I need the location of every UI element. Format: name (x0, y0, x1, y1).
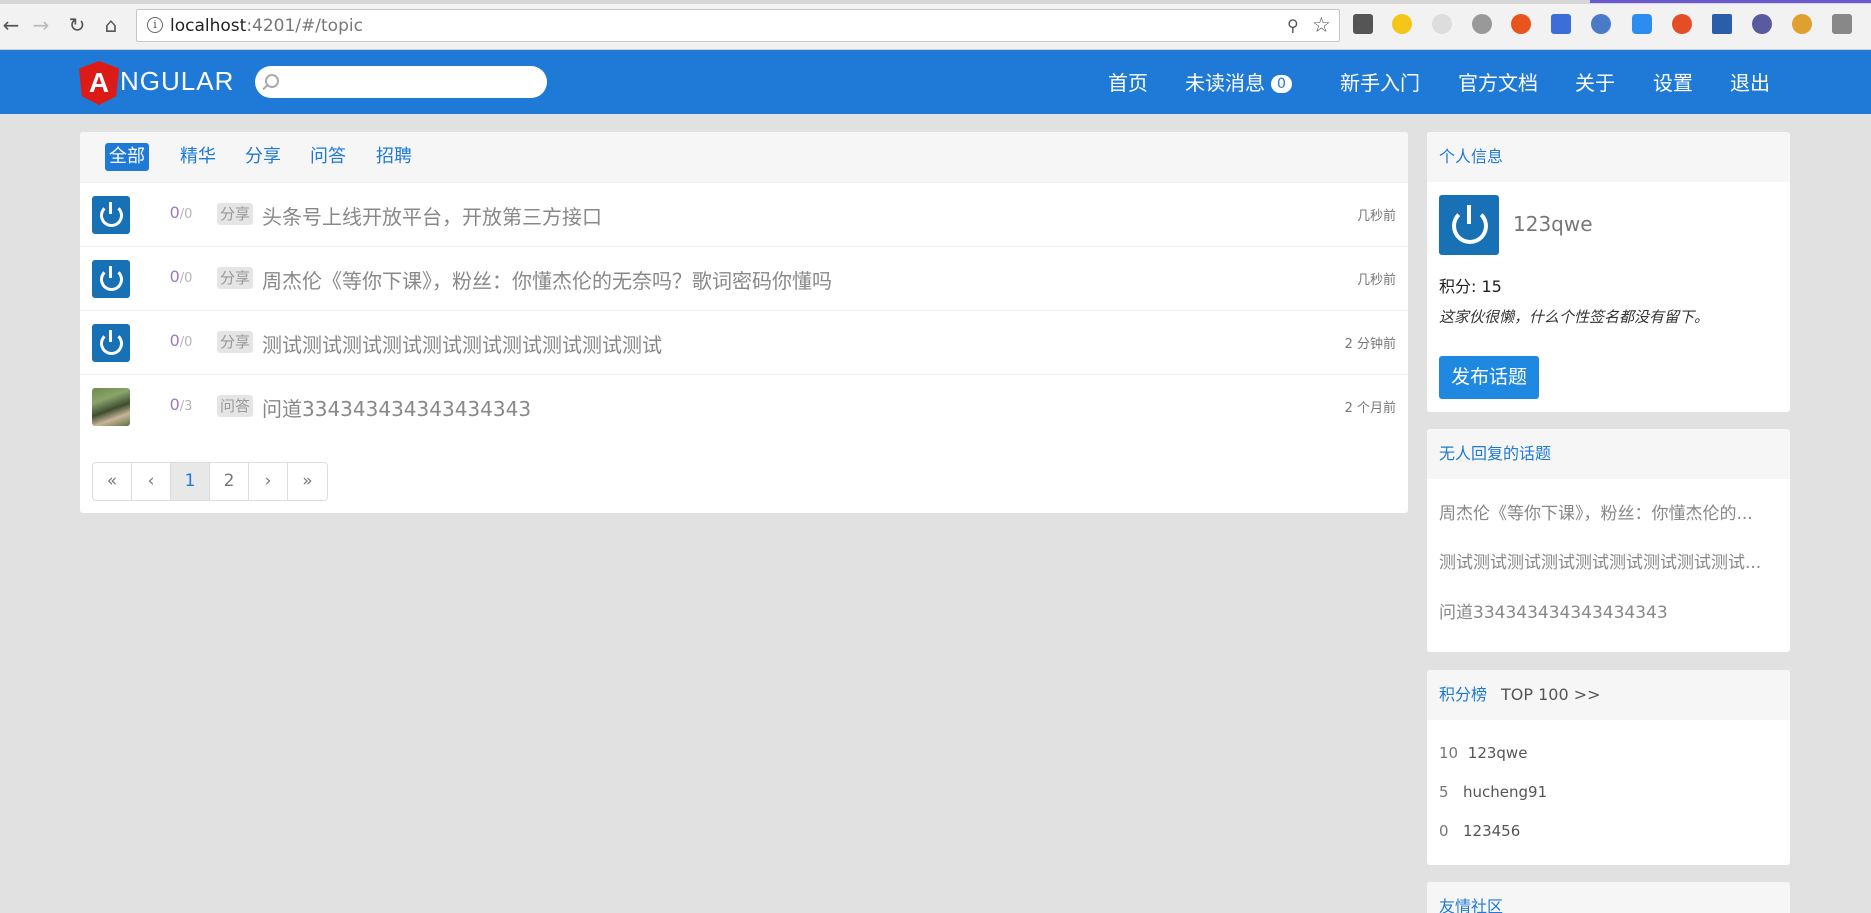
friends-heading: 友情社区 (1427, 882, 1790, 913)
last-page-button[interactable]: » (288, 463, 327, 500)
nav-home[interactable]: 首页 (1108, 67, 1148, 99)
reply-count: 0/0 (169, 267, 193, 286)
topic-title[interactable]: 问道334343434343434343 (262, 393, 531, 422)
logo-text[interactable]: NGULAR (120, 66, 234, 97)
no-reply-topic-link[interactable]: 周杰伦《等你下课》，粉丝：你懂杰伦的... (1439, 499, 1753, 524)
topic-time: 几秒前 (1356, 209, 1396, 224)
browser-toolbar: ← → ↻ ⌂ i localhost:4201/#/topic ⚲ ☆ (0, 0, 1871, 50)
extension-icon[interactable] (1752, 14, 1772, 34)
extension-icon[interactable] (1472, 14, 1492, 34)
extension-icon[interactable] (1712, 14, 1732, 34)
user-avatar[interactable] (92, 324, 130, 362)
extension-icon[interactable] (1432, 14, 1452, 34)
no-reply-heading: 无人回复的话题 (1427, 429, 1790, 479)
search-input[interactable] (255, 66, 547, 98)
page-1-button[interactable]: 1 (171, 463, 210, 500)
profile-avatar[interactable] (1439, 195, 1499, 255)
tab-job[interactable]: 招聘 (372, 143, 416, 171)
reply-count: 0/0 (169, 203, 193, 222)
next-page-button[interactable]: › (249, 463, 288, 500)
nav-getting-started[interactable]: 新手入门 (1340, 67, 1420, 99)
score-ranking-card: 积分榜 TOP 100 >> 10 123qwe 5 hucheng91 0 1234… (1427, 670, 1790, 865)
profile-card: 个人信息 123qwe 积分: 15 这家伙很懒，什么个性签名都没有留下。 发布… (1427, 132, 1790, 412)
home-icon[interactable]: ⌂ (100, 14, 122, 36)
extension-icon[interactable] (1792, 14, 1812, 34)
topic-list-panel: 全部 精华 分享 问答 招聘 0/0 分享 头条号上线开放平台，开放第三方接口 … (80, 132, 1408, 513)
topic-title[interactable]: 头条号上线开放平台，开放第三方接口 (262, 201, 602, 230)
reload-icon[interactable]: ↻ (66, 14, 88, 36)
profile-score: 积分: 15 (1439, 277, 1502, 296)
extension-icon[interactable] (1672, 14, 1692, 34)
no-reply-topic-link[interactable]: 问道334343434343434343 (1439, 598, 1668, 623)
tab-share[interactable]: 分享 (241, 143, 285, 171)
topic-tag: 问答 (217, 395, 254, 417)
reply-count: 0/0 (169, 331, 193, 350)
topic-tag: 分享 (217, 331, 254, 353)
topic-row[interactable]: 0/0 分享 测试测试测试测试测试测试测试测试测试测试 2 分钟前 (80, 310, 1408, 374)
forward-icon[interactable]: → (30, 14, 52, 36)
url-text: localhost:4201/#/topic (170, 16, 363, 36)
key-icon[interactable]: ⚲ (1287, 16, 1299, 35)
tab-all[interactable]: 全部 (105, 143, 149, 171)
extension-icon[interactable] (1551, 14, 1571, 34)
extension-icon[interactable] (1832, 14, 1852, 34)
extension-icon[interactable] (1632, 14, 1652, 34)
topic-title[interactable]: 周杰伦《等你下课》，粉丝：你懂杰伦的无奈吗？歌词密码你懂吗 (262, 265, 832, 294)
address-bar[interactable]: i localhost:4201/#/topic ⚲ ☆ (136, 9, 1340, 42)
topic-title[interactable]: 测试测试测试测试测试测试测试测试测试测试 (262, 329, 662, 358)
topic-time: 2 个月前 (1344, 401, 1396, 416)
nav-about[interactable]: 关于 (1575, 67, 1615, 99)
nav-logout[interactable]: 退出 (1730, 67, 1770, 99)
extension-icon[interactable] (1353, 14, 1373, 34)
nav-docs[interactable]: 官方文档 (1458, 67, 1538, 99)
topic-row[interactable]: 0/0 分享 头条号上线开放平台，开放第三方接口 几秒前 (80, 182, 1408, 246)
ranking-row[interactable]: 5 hucheng91 (1439, 783, 1547, 801)
user-avatar[interactable] (92, 196, 130, 234)
site-info-icon[interactable]: i (147, 17, 163, 33)
bookmark-star-icon[interactable]: ☆ (1312, 13, 1331, 37)
unread-count-badge: 0 (1271, 75, 1292, 93)
user-avatar[interactable] (92, 388, 130, 426)
tab-ask[interactable]: 问答 (306, 143, 350, 171)
page-2-button[interactable]: 2 (210, 463, 249, 500)
profile-signature: 这家伙很懒，什么个性签名都没有留下。 (1439, 308, 1710, 326)
pagination: « ‹ 1 2 › » (92, 462, 328, 501)
no-reply-card: 无人回复的话题 周杰伦《等你下课》，粉丝：你懂杰伦的... 测试测试测试测试测试… (1427, 429, 1790, 652)
ranking-row[interactable]: 0 123456 (1439, 822, 1520, 840)
publish-topic-button[interactable]: 发布话题 (1439, 356, 1540, 399)
search-icon (265, 74, 279, 88)
prev-page-button[interactable]: ‹ (132, 463, 171, 500)
topic-time: 2 分钟前 (1344, 337, 1396, 352)
ranking-row[interactable]: 10 123qwe (1439, 744, 1527, 762)
tab-good[interactable]: 精华 (176, 143, 220, 171)
no-reply-topic-link[interactable]: 测试测试测试测试测试测试测试测试测试... (1439, 548, 1761, 573)
friends-card: 友情社区 (1427, 882, 1790, 913)
tab-strip (0, 0, 1871, 4)
user-avatar[interactable] (92, 260, 130, 298)
top-100-link[interactable]: TOP 100 >> (1501, 685, 1601, 704)
reply-count: 0/3 (169, 395, 193, 414)
extension-icon[interactable] (1591, 14, 1611, 34)
extension-icon[interactable] (1511, 14, 1531, 34)
topic-time: 几秒前 (1356, 273, 1396, 288)
first-page-button[interactable]: « (93, 463, 132, 500)
nav-settings[interactable]: 设置 (1653, 67, 1693, 99)
profile-username[interactable]: 123qwe (1513, 212, 1593, 236)
profile-heading: 个人信息 (1427, 132, 1790, 182)
topic-tag: 分享 (217, 203, 254, 225)
nav-unread-messages[interactable]: 未读消息 0 (1185, 67, 1292, 99)
topic-tabs: 全部 精华 分享 问答 招聘 (80, 132, 1408, 182)
topic-tag: 分享 (217, 267, 254, 289)
back-icon[interactable]: ← (0, 14, 22, 36)
topic-row[interactable]: 0/0 分享 周杰伦《等你下课》，粉丝：你懂杰伦的无奈吗？歌词密码你懂吗 几秒前 (80, 246, 1408, 310)
ranking-heading: 积分榜 TOP 100 >> (1427, 670, 1790, 720)
extension-icon[interactable] (1392, 14, 1412, 34)
topic-row[interactable]: 0/3 问答 问道334343434343434343 2 个月前 (80, 374, 1408, 438)
